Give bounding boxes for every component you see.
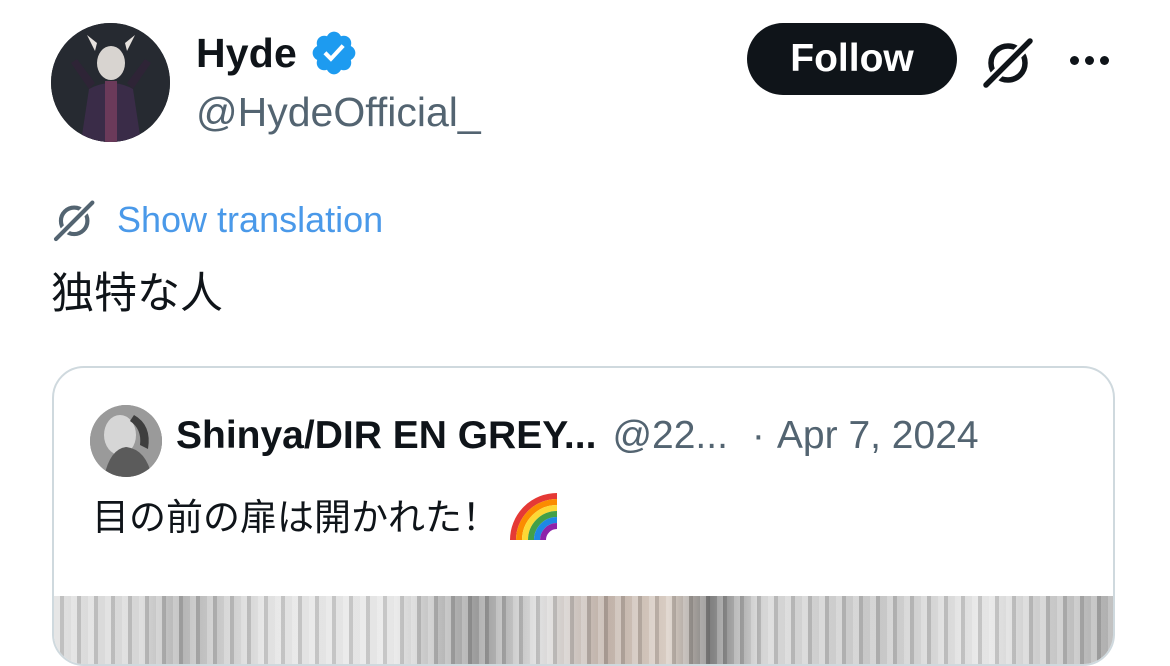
author-name-row: Hyde xyxy=(196,28,359,78)
quoted-tweet-media[interactable] xyxy=(54,596,1113,664)
grok-icon[interactable] xyxy=(980,33,1038,91)
quoted-avatar-image xyxy=(90,405,162,477)
more-dot-icon xyxy=(1084,55,1094,65)
quoted-tweet-card[interactable]: Shinya/DIR EN GREY... @22... · Apr 7, 20… xyxy=(52,366,1115,666)
more-dot-icon xyxy=(1069,55,1079,65)
grok-translate-icon xyxy=(51,198,97,244)
follow-button[interactable]: Follow xyxy=(747,23,957,95)
translation-row[interactable]: Show translation xyxy=(51,196,383,244)
header-separator: · xyxy=(751,414,765,457)
author-avatar[interactable] xyxy=(51,23,170,142)
more-options-icon[interactable] xyxy=(1063,40,1115,80)
rainbow-emoji-icon xyxy=(510,493,558,541)
more-dot-icon xyxy=(1099,55,1109,65)
quoted-author-avatar[interactable] xyxy=(90,405,162,477)
avatar-image xyxy=(51,23,170,142)
quoted-tweet-header: Shinya/DIR EN GREY... @22... · Apr 7, 20… xyxy=(176,414,979,458)
verified-badge-icon[interactable] xyxy=(309,28,359,78)
quoted-tweet-text-row: 目の前の扉は開かれた！ xyxy=(92,490,563,546)
show-translation-link[interactable]: Show translation xyxy=(117,196,383,244)
author-display-name[interactable]: Hyde xyxy=(196,29,297,77)
quoted-author-name[interactable]: Shinya/DIR EN GREY... xyxy=(176,414,596,458)
tweet-text: 独特な人 xyxy=(51,269,223,319)
quoted-author-handle[interactable]: @22... xyxy=(612,414,727,458)
author-handle[interactable]: @HydeOfficial_ xyxy=(196,86,481,138)
quoted-tweet-text: 目の前の扉は開かれた！ xyxy=(92,496,499,539)
quoted-tweet-date[interactable]: Apr 7, 2024 xyxy=(777,414,979,458)
